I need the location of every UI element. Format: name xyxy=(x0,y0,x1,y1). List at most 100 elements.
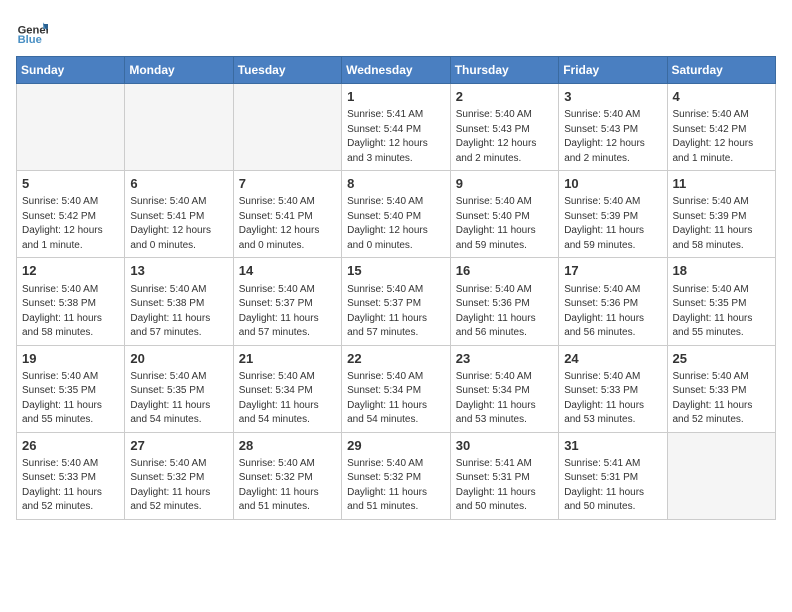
calendar-day-cell: 25 Sunrise: 5:40 AM Sunset: 5:33 PM Dayli… xyxy=(667,345,776,432)
day-number: 4 xyxy=(673,88,771,106)
day-info: Sunrise: 5:40 AM Sunset: 5:43 PM Dayligh… xyxy=(564,108,661,166)
day-number: 14 xyxy=(239,262,336,280)
day-number: 28 xyxy=(239,437,336,455)
svg-text:Blue: Blue xyxy=(18,34,42,46)
day-number: 23 xyxy=(456,350,553,368)
day-info: Sunrise: 5:41 AM Sunset: 5:31 PM Dayligh… xyxy=(456,457,553,515)
calendar-day-cell: 24 Sunrise: 5:40 AM Sunset: 5:33 PM Dayli… xyxy=(559,345,667,432)
day-of-week-header: Sunday xyxy=(17,57,125,84)
calendar-day-cell: 9Sunrise: 5:40 AM Sunset: 5:40 PM Daylig… xyxy=(450,171,558,258)
day-number: 11 xyxy=(673,175,771,193)
day-info: Sunrise: 5:40 AM Sunset: 5:37 PM Dayligh… xyxy=(347,283,445,341)
day-number: 15 xyxy=(347,262,445,280)
calendar-week-row: 26 Sunrise: 5:40 AM Sunset: 5:33 PM Dayli… xyxy=(17,432,776,519)
calendar-day-cell: 7 Sunrise: 5:40 AM Sunset: 5:41 PM Daylig… xyxy=(233,171,341,258)
day-info: Sunrise: 5:40 AM Sunset: 5:36 PM Dayligh… xyxy=(456,283,553,341)
day-info: Sunrise: 5:40 AM Sunset: 5:33 PM Dayligh… xyxy=(564,370,661,428)
calendar-day-cell: 30 Sunrise: 5:41 AM Sunset: 5:31 PM Dayli… xyxy=(450,432,558,519)
calendar-day-cell: 21Sunrise: 5:40 AM Sunset: 5:34 PM Dayli… xyxy=(233,345,341,432)
day-of-week-header: Thursday xyxy=(450,57,558,84)
logo: General Blue xyxy=(16,16,48,48)
day-number: 6 xyxy=(130,175,227,193)
day-of-week-header: Tuesday xyxy=(233,57,341,84)
day-info: Sunrise: 5:40 AM Sunset: 5:35 PM Dayligh… xyxy=(22,370,119,428)
day-number: 10 xyxy=(564,175,661,193)
day-info: Sunrise: 5:41 AM Sunset: 5:44 PM Dayligh… xyxy=(347,108,445,166)
calendar-day-cell xyxy=(125,84,233,171)
logo-icon: General Blue xyxy=(16,16,48,48)
day-info: Sunrise: 5:40 AM Sunset: 5:32 PM Dayligh… xyxy=(239,457,336,515)
day-number: 5 xyxy=(22,175,119,193)
day-number: 25 xyxy=(673,350,771,368)
day-info: Sunrise: 5:40 AM Sunset: 5:34 PM Dayligh… xyxy=(456,370,553,428)
day-number: 16 xyxy=(456,262,553,280)
calendar-day-cell: 23 Sunrise: 5:40 AM Sunset: 5:34 PM Dayli… xyxy=(450,345,558,432)
calendar-day-cell: 8Sunrise: 5:40 AM Sunset: 5:40 PM Daylig… xyxy=(342,171,451,258)
day-number: 17 xyxy=(564,262,661,280)
calendar-day-cell: 3 Sunrise: 5:40 AM Sunset: 5:43 PM Daylig… xyxy=(559,84,667,171)
day-info: Sunrise: 5:40 AM Sunset: 5:41 PM Dayligh… xyxy=(130,195,227,253)
calendar-day-cell: 27Sunrise: 5:40 AM Sunset: 5:32 PM Dayli… xyxy=(125,432,233,519)
day-number: 1 xyxy=(347,88,445,106)
day-of-week-header: Wednesday xyxy=(342,57,451,84)
calendar-day-cell: 10Sunrise: 5:40 AM Sunset: 5:39 PM Dayli… xyxy=(559,171,667,258)
day-of-week-header: Friday xyxy=(559,57,667,84)
day-info: Sunrise: 5:40 AM Sunset: 5:34 PM Dayligh… xyxy=(347,370,445,428)
day-info: Sunrise: 5:40 AM Sunset: 5:35 PM Dayligh… xyxy=(673,283,771,341)
calendar-day-cell: 11 Sunrise: 5:40 AM Sunset: 5:39 PM Dayli… xyxy=(667,171,776,258)
calendar-day-cell: 22 Sunrise: 5:40 AM Sunset: 5:34 PM Dayli… xyxy=(342,345,451,432)
day-number: 22 xyxy=(347,350,445,368)
calendar-week-row: 19 Sunrise: 5:40 AM Sunset: 5:35 PM Dayli… xyxy=(17,345,776,432)
day-info: Sunrise: 5:40 AM Sunset: 5:40 PM Dayligh… xyxy=(347,195,445,253)
day-info: Sunrise: 5:40 AM Sunset: 5:43 PM Dayligh… xyxy=(456,108,553,166)
calendar-day-cell xyxy=(667,432,776,519)
day-info: Sunrise: 5:41 AM Sunset: 5:31 PM Dayligh… xyxy=(564,457,661,515)
day-number: 19 xyxy=(22,350,119,368)
day-number: 2 xyxy=(456,88,553,106)
day-info: Sunrise: 5:40 AM Sunset: 5:38 PM Dayligh… xyxy=(22,283,119,341)
calendar-day-cell: 31 Sunrise: 5:41 AM Sunset: 5:31 PM Dayli… xyxy=(559,432,667,519)
day-info: Sunrise: 5:40 AM Sunset: 5:42 PM Dayligh… xyxy=(22,195,119,253)
day-info: Sunrise: 5:40 AM Sunset: 5:32 PM Dayligh… xyxy=(347,457,445,515)
day-number: 29 xyxy=(347,437,445,455)
calendar-day-cell: 13 Sunrise: 5:40 AM Sunset: 5:38 PM Dayli… xyxy=(125,258,233,345)
day-number: 3 xyxy=(564,88,661,106)
calendar-week-row: 1 Sunrise: 5:41 AM Sunset: 5:44 PM Daylig… xyxy=(17,84,776,171)
day-info: Sunrise: 5:40 AM Sunset: 5:40 PM Dayligh… xyxy=(456,195,553,253)
calendar-day-cell: 1 Sunrise: 5:41 AM Sunset: 5:44 PM Daylig… xyxy=(342,84,451,171)
day-info: Sunrise: 5:40 AM Sunset: 5:39 PM Dayligh… xyxy=(673,195,771,253)
day-number: 12 xyxy=(22,262,119,280)
day-info: Sunrise: 5:40 AM Sunset: 5:37 PM Dayligh… xyxy=(239,283,336,341)
day-of-week-header: Monday xyxy=(125,57,233,84)
day-info: Sunrise: 5:40 AM Sunset: 5:38 PM Dayligh… xyxy=(130,283,227,341)
calendar-day-cell: 2 Sunrise: 5:40 AM Sunset: 5:43 PM Daylig… xyxy=(450,84,558,171)
calendar-day-cell: 28 Sunrise: 5:40 AM Sunset: 5:32 PM Dayli… xyxy=(233,432,341,519)
calendar-day-cell: 19 Sunrise: 5:40 AM Sunset: 5:35 PM Dayli… xyxy=(17,345,125,432)
day-number: 18 xyxy=(673,262,771,280)
page-header: General Blue xyxy=(16,16,776,48)
calendar-day-cell: 29 Sunrise: 5:40 AM Sunset: 5:32 PM Dayli… xyxy=(342,432,451,519)
calendar-day-cell: 17Sunrise: 5:40 AM Sunset: 5:36 PM Dayli… xyxy=(559,258,667,345)
day-number: 13 xyxy=(130,262,227,280)
day-info: Sunrise: 5:40 AM Sunset: 5:42 PM Dayligh… xyxy=(673,108,771,166)
calendar-day-cell: 18 Sunrise: 5:40 AM Sunset: 5:35 PM Dayli… xyxy=(667,258,776,345)
calendar-day-cell: 4 Sunrise: 5:40 AM Sunset: 5:42 PM Daylig… xyxy=(667,84,776,171)
calendar-day-cell: 14 Sunrise: 5:40 AM Sunset: 5:37 PM Dayli… xyxy=(233,258,341,345)
calendar-day-cell: 20Sunrise: 5:40 AM Sunset: 5:35 PM Dayli… xyxy=(125,345,233,432)
calendar-week-row: 12 Sunrise: 5:40 AM Sunset: 5:38 PM Dayli… xyxy=(17,258,776,345)
calendar-day-cell: 5 Sunrise: 5:40 AM Sunset: 5:42 PM Daylig… xyxy=(17,171,125,258)
calendar-day-cell: 15 Sunrise: 5:40 AM Sunset: 5:37 PM Dayli… xyxy=(342,258,451,345)
calendar-week-row: 5 Sunrise: 5:40 AM Sunset: 5:42 PM Daylig… xyxy=(17,171,776,258)
day-info: Sunrise: 5:40 AM Sunset: 5:32 PM Dayligh… xyxy=(130,457,227,515)
day-info: Sunrise: 5:40 AM Sunset: 5:33 PM Dayligh… xyxy=(22,457,119,515)
calendar-day-cell: 6 Sunrise: 5:40 AM Sunset: 5:41 PM Daylig… xyxy=(125,171,233,258)
day-number: 24 xyxy=(564,350,661,368)
day-info: Sunrise: 5:40 AM Sunset: 5:33 PM Dayligh… xyxy=(673,370,771,428)
day-number: 31 xyxy=(564,437,661,455)
day-number: 26 xyxy=(22,437,119,455)
calendar-day-cell xyxy=(233,84,341,171)
day-number: 30 xyxy=(456,437,553,455)
calendar-day-cell xyxy=(17,84,125,171)
day-info: Sunrise: 5:40 AM Sunset: 5:41 PM Dayligh… xyxy=(239,195,336,253)
day-number: 7 xyxy=(239,175,336,193)
